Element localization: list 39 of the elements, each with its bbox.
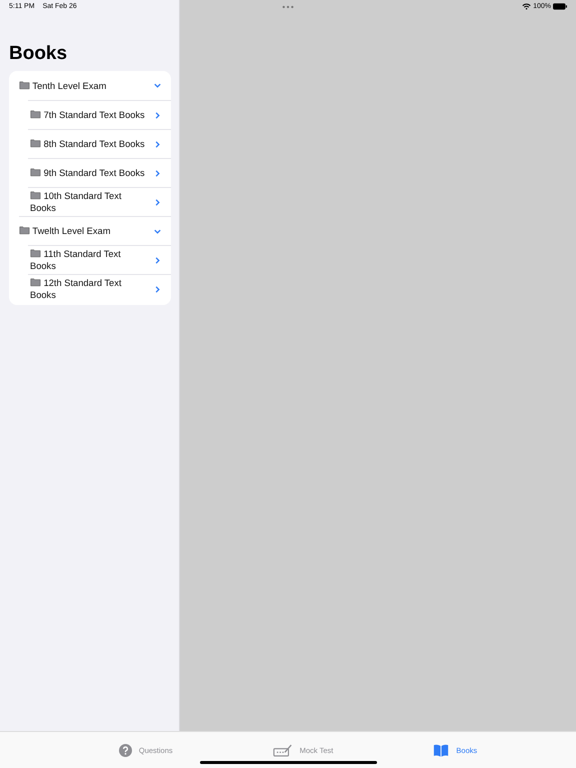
- book-row[interactable]: 10th Standard Text Books: [28, 187, 171, 216]
- more-dots-icon[interactable]: [282, 5, 294, 9]
- wifi-icon: [522, 3, 532, 10]
- book-label: 10th Standard Text Books: [30, 190, 122, 214]
- book-label: 12th Standard Text Books: [30, 277, 122, 301]
- book-row[interactable]: 9th Standard Text Books: [28, 158, 171, 187]
- book-label: 9th Standard Text Books: [30, 167, 145, 179]
- book-row[interactable]: 7th Standard Text Books: [28, 100, 171, 129]
- sidebar-title: Books: [9, 43, 68, 65]
- question-icon: [118, 744, 132, 756]
- chevron-right-icon: [153, 110, 162, 120]
- folder-icon: [30, 277, 41, 287]
- chevron-down-icon: [153, 226, 162, 236]
- battery-icon: [553, 3, 567, 10]
- folder-icon: [30, 138, 41, 148]
- folder-icon: [30, 109, 41, 119]
- chevron-right-icon: [153, 198, 162, 206]
- chevron-right-icon: [153, 256, 162, 264]
- book-row[interactable]: 8th Standard Text Books: [28, 129, 171, 158]
- group-row[interactable]: Tenth Level Exam: [19, 71, 171, 100]
- folder-icon: [30, 190, 41, 200]
- pencil-field-icon: [272, 744, 293, 756]
- open-book-icon: [433, 744, 450, 756]
- book-row[interactable]: 11th Standard Text Books: [28, 245, 171, 274]
- folder-icon: [19, 225, 30, 235]
- chevron-down-icon: [153, 81, 162, 90]
- folder-icon: [30, 167, 41, 177]
- book-row[interactable]: 12th Standard Text Books: [28, 274, 171, 303]
- chevron-right-icon: [153, 168, 162, 178]
- group-label: Twelth Level Exam: [19, 225, 110, 237]
- chevron-right-icon: [153, 284, 162, 294]
- book-label: 8th Standard Text Books: [30, 138, 145, 150]
- book-label: 11th Standard Text Books: [30, 248, 122, 272]
- folder-icon: [30, 248, 41, 258]
- book-label: 7th Standard Text Books: [30, 109, 145, 121]
- folder-icon: [19, 80, 30, 90]
- chevron-right-icon: [153, 140, 162, 148]
- group-row[interactable]: Twelth Level Exam: [19, 216, 171, 245]
- group-label: Tenth Level Exam: [19, 80, 106, 92]
